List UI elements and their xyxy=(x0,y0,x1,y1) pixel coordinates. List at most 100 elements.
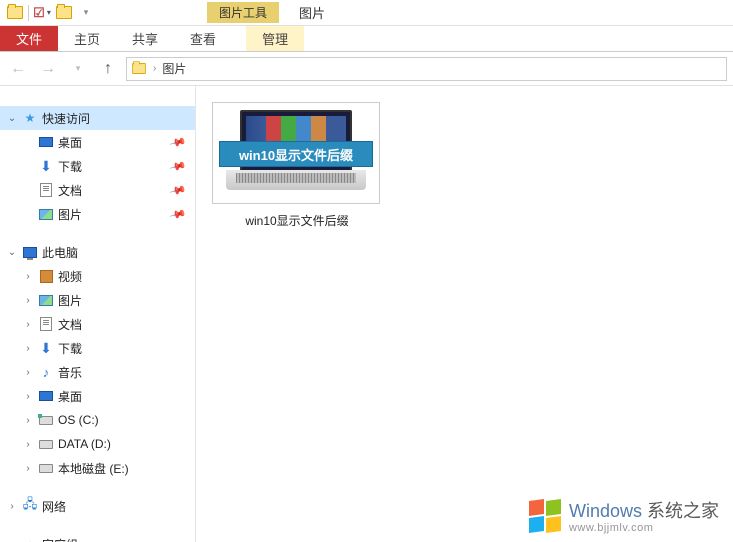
chevron-right-icon[interactable]: › xyxy=(22,391,34,402)
tree-label: 文档 xyxy=(58,182,82,199)
ribbon-tabs: 文件 主页 共享 查看 管理 xyxy=(0,26,733,52)
tree-label: 下载 xyxy=(58,340,82,357)
tree-item-desktop-pc[interactable]: › 桌面 xyxy=(0,384,195,408)
watermark-brand: Windows 系统之家 xyxy=(569,502,719,522)
tree-item-drive-c[interactable]: › OS (C:) xyxy=(0,408,195,432)
disk-icon xyxy=(38,436,54,452)
tree-label: 文档 xyxy=(58,316,82,333)
disk-icon xyxy=(38,412,54,428)
desktop-icon xyxy=(38,388,54,404)
tree-label: 快速访问 xyxy=(42,110,90,127)
address-bar[interactable]: › 图片 xyxy=(126,57,727,81)
recent-dropdown[interactable]: ▾ xyxy=(66,57,90,81)
breadcrumb-separator-icon[interactable]: › xyxy=(153,63,156,74)
navigation-pane: ⌄ ★ 快速访问 桌面 📌 ⬇ 下载 📌 文档 📌 图片 📌 xyxy=(0,86,196,542)
tree-item-documents[interactable]: 文档 📌 xyxy=(0,178,195,202)
download-icon: ⬇ xyxy=(38,340,54,356)
tree-label: DATA (D:) xyxy=(58,437,111,451)
tree-label: OS (C:) xyxy=(58,413,99,427)
back-button[interactable]: ← xyxy=(6,57,30,81)
chevron-right-icon[interactable]: › xyxy=(22,319,34,330)
chevron-right-icon[interactable]: › xyxy=(22,295,34,306)
tree-item-drive-d[interactable]: › DATA (D:) xyxy=(0,432,195,456)
file-label[interactable]: win10显示文件后缀 xyxy=(212,212,382,229)
windows-logo-icon xyxy=(525,500,561,536)
chevron-down-icon[interactable]: ⌄ xyxy=(6,113,18,124)
tree-item-videos[interactable]: › 视频 xyxy=(0,264,195,288)
contextual-tab-header: 图片工具 xyxy=(207,2,279,23)
pc-icon xyxy=(22,244,38,260)
picture-icon xyxy=(38,292,54,308)
qat-separator xyxy=(28,5,29,21)
quick-access-toolbar: ☑▾ ▾ xyxy=(0,2,97,24)
tab-share[interactable]: 共享 xyxy=(116,26,174,51)
chevron-right-icon[interactable]: › xyxy=(6,501,18,512)
tree-network[interactable]: › 🖧 网络 xyxy=(0,494,195,518)
file-tab[interactable]: 文件 xyxy=(0,26,58,51)
title-bar: ☑▾ ▾ 图片工具 图片 xyxy=(0,0,733,26)
chevron-right-icon[interactable]: › xyxy=(22,367,34,378)
window-title: 图片 xyxy=(279,1,345,24)
homegroup-icon: ⌂ xyxy=(22,536,38,542)
download-icon: ⬇ xyxy=(38,158,54,174)
tree-label: 桌面 xyxy=(58,388,82,405)
tree-label: 桌面 xyxy=(58,134,82,151)
tree-label: 本地磁盘 (E:) xyxy=(58,460,129,477)
breadcrumb-segment[interactable]: 图片 xyxy=(162,60,186,77)
tab-manage[interactable]: 管理 xyxy=(246,26,304,51)
chevron-right-icon[interactable]: › xyxy=(6,539,18,542)
video-icon xyxy=(38,268,54,284)
pin-icon: 📌 xyxy=(169,205,187,223)
tree-label: 下载 xyxy=(58,158,82,175)
tree-item-desktop[interactable]: 桌面 📌 xyxy=(0,130,195,154)
music-icon: ♪ xyxy=(38,364,54,380)
chevron-right-icon[interactable]: › xyxy=(22,439,34,450)
chevron-right-icon[interactable]: › xyxy=(22,271,34,282)
qat-new-folder-icon[interactable] xyxy=(53,2,75,24)
tree-item-downloads[interactable]: ⬇ 下载 📌 xyxy=(0,154,195,178)
watermark: Windows 系统之家 www.bjjmlv.com xyxy=(525,500,719,536)
tree-quick-access[interactable]: ⌄ ★ 快速访问 xyxy=(0,106,195,130)
pin-icon: 📌 xyxy=(169,181,187,199)
desktop-icon xyxy=(38,134,54,150)
watermark-url: www.bjjmlv.com xyxy=(569,522,719,534)
tree-label: 网络 xyxy=(42,498,66,515)
qat-customize-dropdown[interactable]: ▾ xyxy=(75,2,97,24)
pin-icon: 📌 xyxy=(169,133,187,151)
chevron-right-icon[interactable]: › xyxy=(22,463,34,474)
up-button[interactable]: ↑ xyxy=(96,57,120,81)
content-pane[interactable]: win10显示文件后缀 win10显示文件后缀 xyxy=(196,86,733,542)
forward-button[interactable]: → xyxy=(36,57,60,81)
chevron-right-icon[interactable]: › xyxy=(22,415,34,426)
tab-home[interactable]: 主页 xyxy=(58,26,116,51)
document-icon xyxy=(38,182,54,198)
pin-icon: 📌 xyxy=(169,157,187,175)
document-icon xyxy=(38,316,54,332)
tab-view[interactable]: 查看 xyxy=(174,26,232,51)
network-icon: 🖧 xyxy=(22,498,38,514)
tree-item-pictures[interactable]: 图片 📌 xyxy=(0,202,195,226)
address-folder-icon xyxy=(131,61,147,77)
chevron-down-icon[interactable]: ⌄ xyxy=(6,247,18,258)
tree-this-pc[interactable]: ⌄ 此电脑 xyxy=(0,240,195,264)
tree-item-documents-pc[interactable]: › 文档 xyxy=(0,312,195,336)
chevron-right-icon[interactable]: › xyxy=(22,343,34,354)
tree-item-downloads-pc[interactable]: › ⬇ 下载 xyxy=(0,336,195,360)
picture-icon xyxy=(38,206,54,222)
qat-properties-icon[interactable]: ☑▾ xyxy=(31,2,53,24)
tree-label: 音乐 xyxy=(58,364,82,381)
tree-homegroup[interactable]: › ⌂ 家庭组 xyxy=(0,532,195,542)
thumbnail-overlay-text: win10显示文件后缀 xyxy=(219,141,373,167)
tree-label: 图片 xyxy=(58,292,82,309)
navigation-bar: ← → ▾ ↑ › 图片 xyxy=(0,52,733,86)
star-icon: ★ xyxy=(22,110,38,126)
tree-label: 图片 xyxy=(58,206,82,223)
tree-label: 家庭组 xyxy=(42,536,78,542)
file-item[interactable]: win10显示文件后缀 win10显示文件后缀 xyxy=(212,102,382,229)
tree-label: 视频 xyxy=(58,268,82,285)
tree-item-pictures-pc[interactable]: › 图片 xyxy=(0,288,195,312)
tree-item-music[interactable]: › ♪ 音乐 xyxy=(0,360,195,384)
tree-item-drive-e[interactable]: › 本地磁盘 (E:) xyxy=(0,456,195,480)
main-split: ⌄ ★ 快速访问 桌面 📌 ⬇ 下载 📌 文档 📌 图片 📌 xyxy=(0,86,733,542)
qat-folder-icon[interactable] xyxy=(4,2,26,24)
